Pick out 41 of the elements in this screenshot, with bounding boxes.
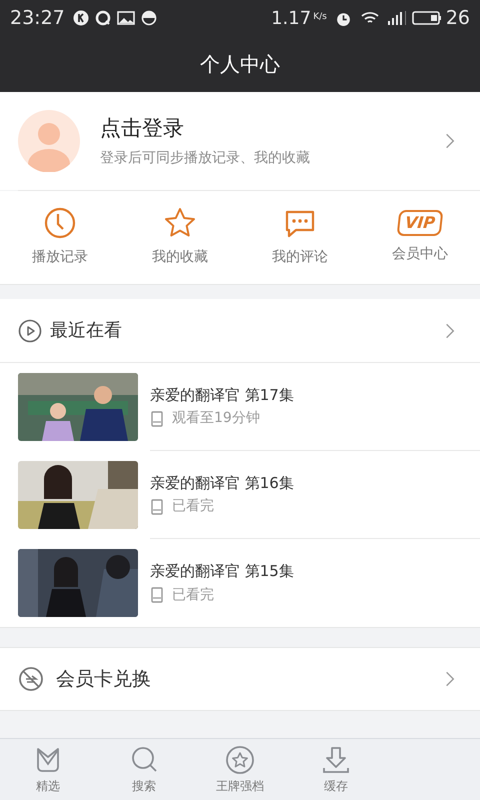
image-icon: [116, 10, 135, 26]
download-icon: [321, 744, 351, 774]
episode-title: 亲爱的翻译官 第16集: [150, 472, 295, 494]
play-circle-icon: [18, 318, 42, 342]
shortcut-button[interactable]: 播放记录: [0, 191, 120, 284]
episode-title: 亲爱的翻译官 第15集: [150, 561, 295, 582]
login-hint: 登录后可同步播放记录、我的收藏: [100, 149, 311, 168]
page-title: 个人中心: [200, 51, 280, 78]
tab-button[interactable]: 王牌强档: [192, 739, 288, 800]
status-time: 23:27: [10, 6, 65, 31]
speed-unit: K/s: [313, 11, 327, 24]
menu-label: 会员卡兑换: [56, 666, 152, 692]
shortcut-button[interactable]: 我的收藏: [120, 191, 240, 284]
signal-icon: [386, 10, 408, 26]
shortcut-button[interactable]: 我的评论: [240, 191, 360, 284]
no-symbol-icon: [18, 666, 44, 692]
network-speed: 1.17: [271, 6, 312, 30]
star-circle-icon: [225, 744, 255, 774]
login-prompt: 点击登录: [100, 114, 185, 142]
phone-icon: [150, 587, 164, 604]
battery-level: 26: [446, 6, 470, 31]
search-icon: [129, 744, 159, 774]
card-exchange-row[interactable]: 会员卡兑换: [0, 647, 480, 711]
avatar-icon: [18, 110, 80, 172]
profile-row[interactable]: 点击登录 登录后可同步播放记录、我的收藏: [0, 92, 480, 190]
vip-badge: VIP: [396, 210, 444, 236]
episode-title: 亲爱的翻译官 第17集: [150, 384, 295, 406]
recent-header[interactable]: 最近在看: [0, 299, 480, 363]
shortcut-button[interactable]: VIP 会员中心: [360, 191, 480, 284]
k-app-icon: [72, 10, 89, 26]
phone-icon: [150, 410, 164, 427]
tab-button[interactable]: 搜索: [96, 739, 192, 800]
star-icon: [164, 207, 196, 239]
battery-icon: [412, 10, 442, 26]
circle-app-icon: [94, 10, 111, 26]
tab-button[interactable]: 缓存: [288, 739, 384, 800]
section-title: 最近在看: [50, 319, 123, 343]
clock-icon: [44, 207, 76, 239]
tab-button[interactable]: 精选: [0, 739, 96, 800]
phone-icon: [150, 498, 164, 515]
half-circle-icon: [140, 10, 157, 26]
